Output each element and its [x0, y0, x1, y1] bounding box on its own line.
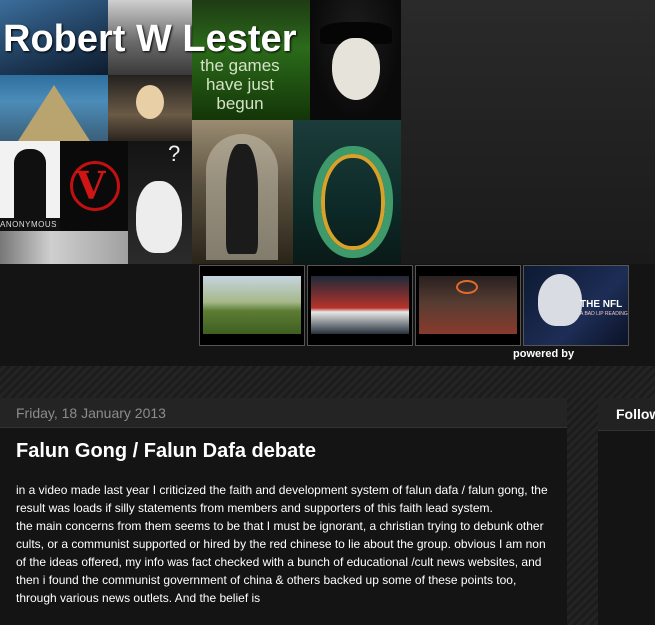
video-thumbnail-nfl[interactable]: THE NFL A BAD LIP READING: [523, 265, 629, 346]
video-thumbnail-basketball[interactable]: [415, 265, 521, 346]
collage-dragon-image: [293, 120, 401, 264]
collage-silhouette-image: ?: [128, 141, 192, 264]
collage-anonymous-label: ANONYMOUS: [0, 218, 60, 231]
collage-woman-image: [108, 75, 192, 141]
collage-guy-fawkes-mask-image: [310, 0, 401, 120]
collage-v-symbol-image: V: [60, 141, 128, 231]
sidebar: [598, 398, 655, 625]
video-thumbnail-park[interactable]: [199, 265, 305, 346]
blog-page: ANONYMOUS V ? Robert W Lester the games …: [0, 0, 655, 625]
post-title[interactable]: Falun Gong / Falun Dafa debate: [16, 440, 316, 463]
football-helmet-icon: [538, 274, 582, 326]
collage-pyramid-image: [0, 75, 108, 141]
basketball-hoop-icon: [456, 280, 478, 294]
nfl-thumbnail-subtitle: A BAD LIP READING: [580, 311, 628, 317]
post-body: in a video made last year I criticized t…: [16, 481, 552, 607]
blog-tagline: the games have just begun: [200, 56, 280, 113]
powered-by-label[interactable]: powered by: [513, 348, 574, 360]
blog-title[interactable]: Robert W Lester: [3, 18, 296, 61]
video-thumbnail-news[interactable]: [307, 265, 413, 346]
collage-hands-image: [0, 231, 128, 264]
nfl-thumbnail-title: THE NFL: [580, 299, 623, 310]
post-paragraph: the main concerns from them seems to be …: [16, 519, 546, 605]
post-paragraph: in a video made last year I criticized t…: [16, 483, 548, 515]
collage-angel-statue-image: [192, 120, 293, 264]
post-date: Friday, 18 January 2013: [16, 405, 166, 421]
followers-widget-title: Follow: [616, 406, 655, 422]
